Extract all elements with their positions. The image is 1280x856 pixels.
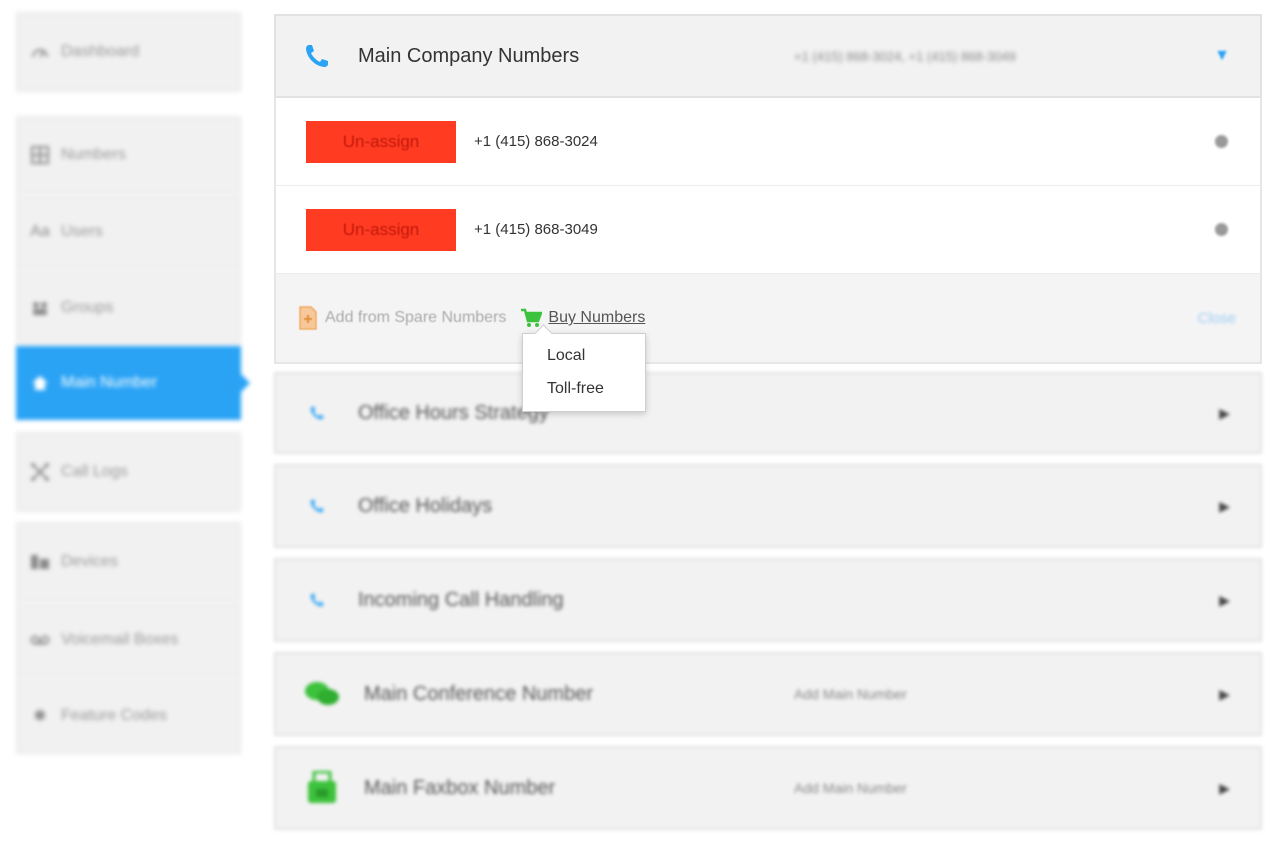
- unassign-button[interactable]: Un-assign: [306, 208, 456, 251]
- menu-item-local[interactable]: Local: [523, 346, 645, 379]
- panel-number-summary: +1 (415) 868-3024, +1 (415) 868-3049: [794, 48, 1016, 64]
- close-link[interactable]: Close: [1198, 310, 1236, 327]
- panel-title: Office Hours Strategy: [358, 401, 549, 424]
- sidebar-item-label: Groups: [61, 299, 114, 316]
- phone-icon: [302, 498, 332, 514]
- expand-arrow-icon[interactable]: ▶: [1219, 686, 1230, 703]
- sidebar-item-devices[interactable]: Devices: [16, 522, 241, 602]
- gauge-icon: [29, 43, 51, 61]
- sidebar-item-label: Voicemail Boxes: [61, 631, 179, 648]
- add-main-number-link[interactable]: Add Main Number: [794, 780, 907, 796]
- star-icon: ✱: [33, 708, 47, 725]
- panel-title: Main Company Numbers: [358, 44, 580, 67]
- main-conference-number-panel[interactable]: Main Conference Number Add Main Number ▶: [274, 652, 1262, 736]
- phone-icon: [302, 592, 332, 608]
- sidebar-item-groups[interactable]: Groups: [16, 270, 241, 346]
- panel-title: Incoming Call Handling: [358, 588, 564, 611]
- sidebar-item-label: Feature Codes: [61, 707, 167, 724]
- grid-icon: [29, 146, 51, 164]
- office-holidays-panel[interactable]: Office Holidays ▶: [274, 464, 1262, 548]
- fax-icon: [302, 771, 342, 805]
- add-from-spare-numbers-link[interactable]: Add from Spare Numbers: [298, 306, 506, 330]
- sidebar-item-voicemail-boxes[interactable]: Voicemail Boxes: [16, 602, 241, 678]
- expand-arrow-icon[interactable]: ▶: [1219, 592, 1230, 609]
- sidebar-item-dashboard[interactable]: Dashboard: [16, 12, 241, 92]
- assigned-number-row: Un-assign +1 (415) 868-3049: [274, 186, 1262, 274]
- expand-arrow-icon[interactable]: ▶: [1219, 780, 1230, 797]
- main-faxbox-number-panel[interactable]: Main Faxbox Number Add Main Number ▶: [274, 746, 1262, 830]
- expand-arrow-icon[interactable]: ▶: [1219, 405, 1230, 422]
- sidebar-item-label: Main Number: [61, 374, 158, 391]
- devices-icon: [29, 553, 51, 571]
- document-icon: [299, 306, 317, 330]
- sidebar-item-main-number[interactable]: Main Number: [16, 346, 250, 420]
- sidebar-item-users[interactable]: Aa Users: [16, 194, 241, 270]
- panel-title: Main Faxbox Number: [364, 776, 556, 799]
- number-actions-row: Add from Spare Numbers Buy Numbers Close: [274, 274, 1262, 364]
- main-company-numbers-header[interactable]: Main Company Numbers +1 (415) 868-3024, …: [274, 14, 1262, 98]
- office-hours-strategy-panel[interactable]: Office Hours Strategy ▶: [274, 372, 1262, 454]
- expand-arrow-icon[interactable]: ▶: [1219, 498, 1230, 515]
- groups-icon: [29, 299, 51, 317]
- sidebar-item-label: Numbers: [61, 146, 126, 163]
- menu-item-toll-free[interactable]: Toll-free: [523, 379, 645, 412]
- settings-dot-icon[interactable]: [1215, 135, 1228, 148]
- collapse-arrow-icon[interactable]: ▼: [1214, 47, 1230, 65]
- phone-icon: [302, 42, 332, 70]
- unassign-button[interactable]: Un-assign: [306, 120, 456, 163]
- phone-number: +1 (415) 868-3024: [474, 133, 598, 150]
- sidebar-item-label: Users: [61, 223, 103, 240]
- buy-numbers-menu: Local Toll-free: [522, 333, 646, 412]
- incoming-call-handling-panel[interactable]: Incoming Call Handling ▶: [274, 558, 1262, 642]
- users-icon: Aa: [30, 223, 50, 240]
- voicemail-icon: [29, 631, 51, 649]
- panel-title: Office Holidays: [358, 494, 493, 517]
- call-logs-icon: [29, 463, 51, 481]
- buy-numbers-link[interactable]: Buy Numbers: [520, 308, 645, 328]
- cart-icon: [521, 308, 543, 327]
- chat-bubbles-icon: [302, 680, 342, 708]
- sidebar-item-numbers[interactable]: Numbers: [16, 116, 241, 194]
- phone-number: +1 (415) 868-3049: [474, 221, 598, 238]
- phone-icon: [302, 405, 332, 421]
- settings-dot-icon[interactable]: [1215, 223, 1228, 236]
- assigned-number-row: Un-assign +1 (415) 868-3024: [274, 98, 1262, 186]
- sidebar-item-feature-codes[interactable]: ✱ Feature Codes: [16, 678, 241, 754]
- sidebar-item-label: Devices: [61, 553, 118, 570]
- sidebar-item-label: Dashboard: [61, 43, 140, 60]
- home-icon: [29, 374, 51, 392]
- sidebar-item-label: Call Logs: [61, 463, 128, 480]
- sidebar-item-call-logs[interactable]: Call Logs: [16, 432, 241, 512]
- add-main-number-link[interactable]: Add Main Number: [794, 686, 907, 702]
- panel-title: Main Conference Number: [364, 682, 593, 705]
